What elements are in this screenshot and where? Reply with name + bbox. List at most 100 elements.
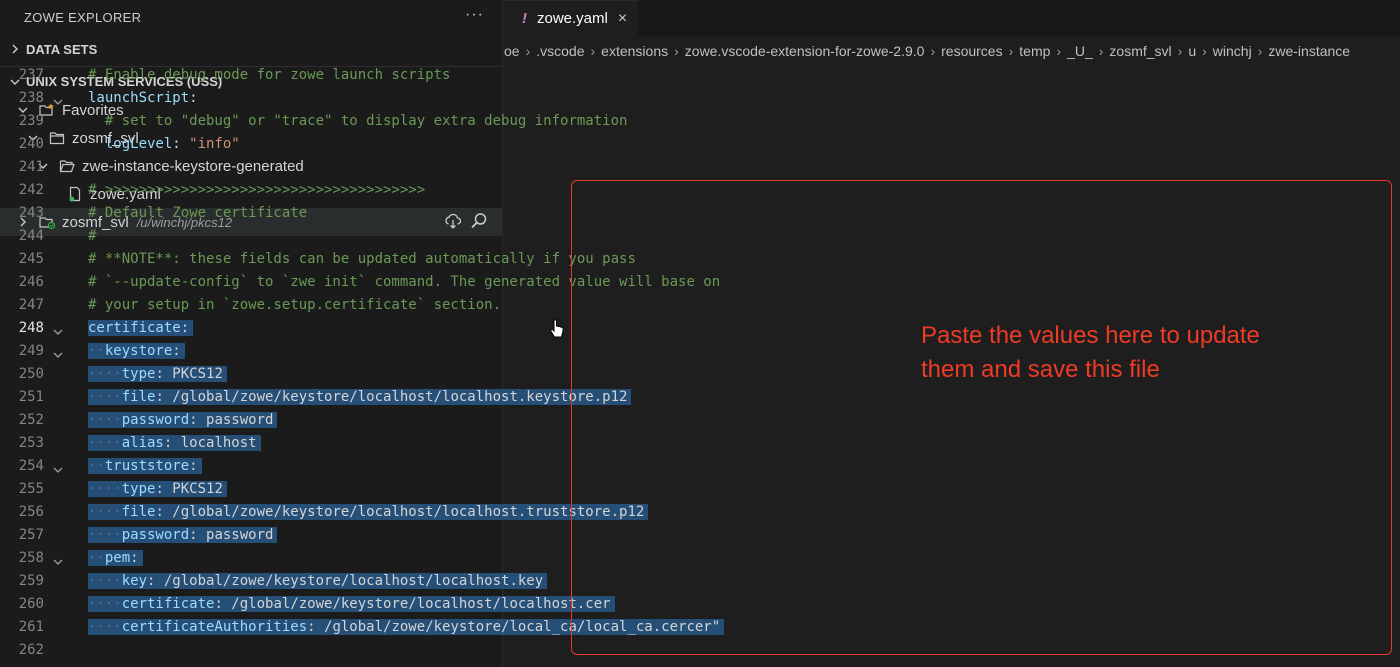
code-token: password xyxy=(206,527,274,543)
code-text: # Enable debug mode for zowe launch scri… xyxy=(88,64,450,87)
code-token: : xyxy=(214,596,232,612)
code-text: # xyxy=(88,225,96,248)
code-text: ··pem: xyxy=(88,547,143,570)
indent-whitespace: ···· xyxy=(88,573,122,589)
code-line[interactable]: 237 # Enable debug mode for zowe launch s… xyxy=(0,64,896,87)
code-text: # >>>>>>>>>>>>>>>>>>>>>>>>>>>>>>>>>>>>>> xyxy=(88,179,425,202)
breadcrumb-item[interactable]: resources xyxy=(941,43,1002,59)
fold-chevron-icon[interactable] xyxy=(52,346,64,358)
indent-whitespace: ·· xyxy=(88,458,105,474)
line-number: 262 xyxy=(18,642,44,658)
line-number: 253 xyxy=(18,435,44,451)
code-token: : xyxy=(307,619,325,635)
code-token: # your setup in `zowe.setup.certificate`… xyxy=(88,297,502,313)
breadcrumb-item[interactable]: _U_ xyxy=(1067,43,1093,59)
code-text: certificate: xyxy=(88,317,194,340)
line-number: 259 xyxy=(18,573,44,589)
code-token: : xyxy=(189,412,207,428)
code-token: password xyxy=(206,412,274,428)
pointer-cursor-icon xyxy=(548,318,566,340)
code-token: # xyxy=(88,228,97,244)
indent-whitespace: ···· xyxy=(88,412,122,428)
breadcrumb-separator-icon: › xyxy=(1056,43,1062,59)
code-token: keystore xyxy=(104,343,173,359)
code-token: PKCS12 xyxy=(172,366,223,382)
code-token: certificate xyxy=(121,596,215,612)
code-text: ····certificate: /global/zowe/keystore/l… xyxy=(88,593,615,616)
close-icon[interactable]: × xyxy=(618,10,627,28)
breadcrumb-separator-icon: › xyxy=(1008,43,1014,59)
fold-chevron-icon[interactable] xyxy=(52,461,64,473)
code-token: : xyxy=(147,573,164,589)
line-number: 255 xyxy=(18,481,44,497)
code-token: certificateAuthorities xyxy=(121,619,308,635)
line-number: 250 xyxy=(18,366,44,382)
code-text: # your setup in `zowe.setup.certificate`… xyxy=(88,294,501,317)
breadcrumb-item[interactable]: .vscode xyxy=(536,43,584,59)
code-token: key xyxy=(121,573,148,589)
line-number: 247 xyxy=(18,297,44,313)
fold-chevron-icon[interactable] xyxy=(52,323,64,335)
breadcrumb-separator-icon: › xyxy=(1202,43,1207,59)
fold-chevron-icon[interactable] xyxy=(52,93,64,105)
section-data-sets[interactable]: DATA SETS xyxy=(0,34,502,64)
code-token: pem xyxy=(104,550,131,566)
code-line[interactable]: 240 logLevel: "info" xyxy=(0,133,896,156)
line-number: 246 xyxy=(18,274,44,290)
breadcrumb-item[interactable]: extensions xyxy=(601,43,668,59)
breadcrumb-separator-icon: › xyxy=(525,43,531,59)
code-token: type xyxy=(121,366,156,382)
code-text: ····type: PKCS12 xyxy=(88,363,227,386)
code-token: launchScript xyxy=(88,90,190,106)
code-text: logLevel: "info" xyxy=(88,133,240,156)
breadcrumb-item[interactable]: u xyxy=(1188,43,1196,59)
sidebar-title: ZOWE EXPLORER xyxy=(24,9,142,25)
code-text: # Default Zowe certificate xyxy=(88,202,307,225)
code-token: : xyxy=(163,435,181,451)
section-label: DATA SETS xyxy=(26,41,98,57)
line-number: 256 xyxy=(18,504,44,520)
tab-zowe-yaml[interactable]: ! zowe.yaml × xyxy=(504,0,638,36)
breadcrumb-item[interactable]: zosmf_svl xyxy=(1109,43,1171,59)
warning-icon: ! xyxy=(522,10,527,27)
tab-bar: ! zowe.yaml × xyxy=(504,0,1400,36)
breadcrumb-separator-icon: › xyxy=(674,43,679,59)
fold-chevron-icon[interactable] xyxy=(52,553,64,565)
breadcrumb-item[interactable]: temp xyxy=(1019,43,1050,59)
line-number: 249 xyxy=(18,343,44,359)
breadcrumb-item[interactable]: oe xyxy=(504,43,520,59)
code-text: ····alias: localhost xyxy=(88,432,261,455)
indent-whitespace: ·· xyxy=(88,343,105,359)
code-line[interactable]: 238 launchScript: xyxy=(0,87,896,110)
breadcrumb-item[interactable]: winchj xyxy=(1213,43,1252,59)
breadcrumb-separator-icon: › xyxy=(1098,43,1104,59)
annotation-line-2: them and save this file xyxy=(921,356,1160,383)
indent-whitespace: ···· xyxy=(88,596,122,612)
line-number: 260 xyxy=(18,596,44,612)
code-token: # >>>>>>>>>>>>>>>>>>>>>>>>>>>>>>>>>>>>>> xyxy=(88,182,426,198)
code-text: ··keystore: xyxy=(88,340,185,363)
breadcrumb-item[interactable]: zowe.vscode-extension-for-zowe-2.9.0 xyxy=(685,43,925,59)
code-text: ····password: password xyxy=(88,524,278,547)
more-actions-icon[interactable]: ··· xyxy=(465,6,484,24)
code-line[interactable]: 241 xyxy=(0,156,896,179)
code-token: logLevel xyxy=(104,136,173,152)
indent-whitespace: ···· xyxy=(88,527,122,543)
code-text: ····password: password xyxy=(88,409,278,432)
code-text: ····key: /global/zowe/keystore/localhost… xyxy=(88,570,548,593)
code-text: ··truststore: xyxy=(88,455,202,478)
code-line[interactable]: 239 # set to "debug" or "trace" to displ… xyxy=(0,110,896,133)
indent-whitespace: ···· xyxy=(88,366,122,382)
line-number: 238 xyxy=(18,90,44,106)
instruction-annotation: Paste the values here to update them and… xyxy=(921,319,1341,387)
code-token: /global/zowe/keystore/localhost/localhos… xyxy=(163,573,544,589)
breadcrumb-item[interactable]: zwe-instance xyxy=(1268,43,1350,59)
code-token: # Enable debug mode for zowe launch scri… xyxy=(88,67,451,83)
code-token: password xyxy=(121,412,190,428)
line-number: 237 xyxy=(18,67,44,83)
indent-whitespace: ···· xyxy=(88,504,122,520)
code-token: : xyxy=(189,90,198,106)
breadcrumb-separator-icon: › xyxy=(930,43,936,59)
line-number: 242 xyxy=(18,182,44,198)
